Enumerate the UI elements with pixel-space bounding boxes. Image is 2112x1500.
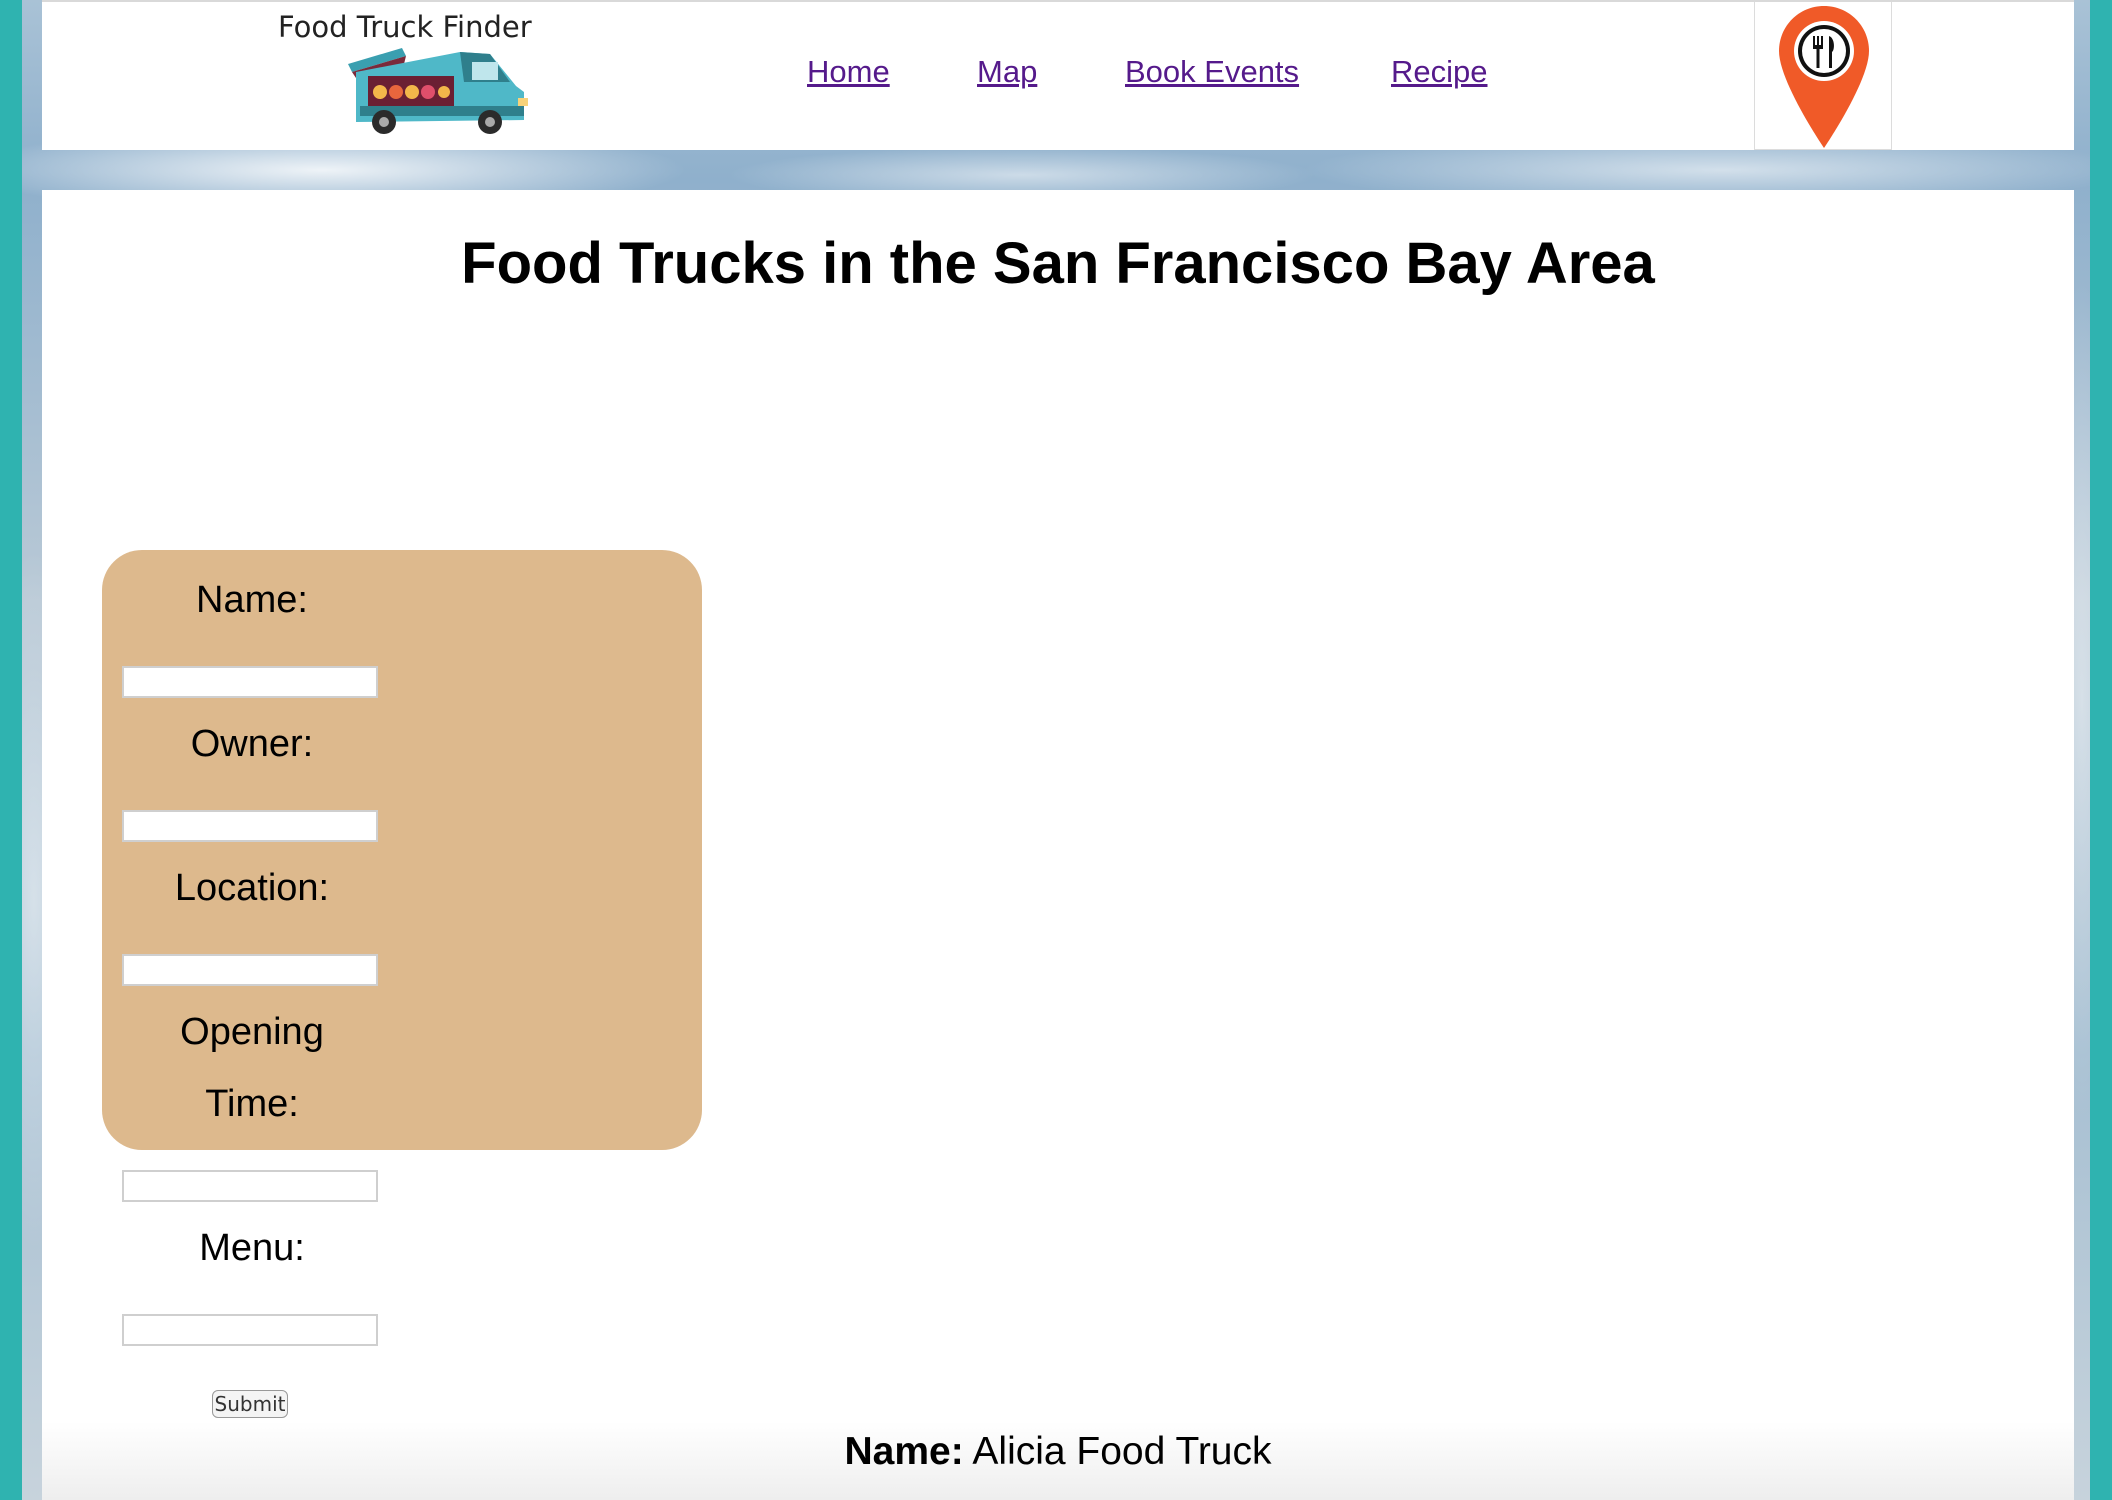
- name-label: Name:: [196, 579, 308, 621]
- opening-time-label-line2: Time:: [205, 1083, 299, 1125]
- food-truck-icon[interactable]: [340, 42, 532, 136]
- owner-label: Owner:: [190, 723, 314, 765]
- main-content: Food Trucks in the San Francisco Bay Are…: [42, 190, 2074, 1500]
- brand-title: Food Truck Finder: [278, 10, 532, 44]
- opening-time-label-line1: Opening: [180, 1011, 324, 1053]
- page-title: Food Trucks in the San Francisco Bay Are…: [461, 231, 1655, 296]
- name-input[interactable]: [122, 666, 378, 698]
- nav-home-link[interactable]: Home: [807, 54, 890, 90]
- map-pin-utensils-icon[interactable]: [1777, 4, 1871, 150]
- menu-label: Menu:: [199, 1227, 305, 1269]
- nav-recipe-link[interactable]: Recipe: [1391, 54, 1488, 90]
- owner-input[interactable]: [122, 810, 378, 842]
- nav-map-link[interactable]: Map: [977, 54, 1037, 90]
- result-name-value: Alicia Food Truck: [972, 1430, 1272, 1473]
- location-input[interactable]: [122, 954, 378, 986]
- location-label: Location:: [174, 867, 330, 909]
- menu-input[interactable]: [122, 1314, 378, 1346]
- submit-button[interactable]: Submit: [212, 1390, 288, 1418]
- opening-time-input[interactable]: [122, 1170, 378, 1202]
- result-name-key: Name:: [844, 1430, 964, 1473]
- nav-book-events-link[interactable]: Book Events: [1125, 54, 1299, 90]
- result-name-line: Name: Alicia Food Truck: [42, 1430, 2074, 1474]
- map-pin-box[interactable]: [1754, 2, 1892, 150]
